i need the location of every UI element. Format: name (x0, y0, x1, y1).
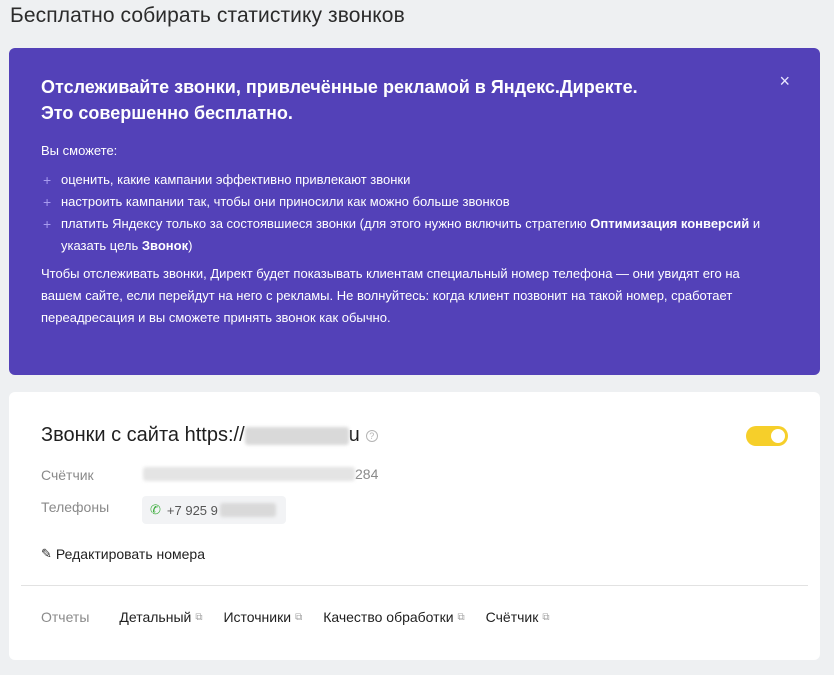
plus-icon: + (43, 216, 52, 232)
report-link-sources[interactable]: Источники ⧉ (223, 609, 302, 625)
report-link-label: Счётчик (485, 609, 539, 625)
strategy-name: Оптимизация конверсий (590, 216, 750, 231)
page-title: Бесплатно собирать статистику звонков (10, 4, 405, 27)
promo-lead: Вы сможете: (41, 143, 118, 158)
promo-heading-line1: Отслеживайте звонки, привлечённые реклам… (41, 77, 638, 97)
benefit-text: оценить, какие кампании эффективно привл… (61, 172, 411, 187)
edit-numbers-label: Редактировать номера (55, 546, 206, 562)
benefit-item: + оценить, какие кампании эффективно при… (41, 169, 761, 191)
redacted-phone (219, 503, 276, 517)
promo-heading: Отслеживайте звонки, привлечённые реклам… (41, 74, 741, 126)
calls-card: Звонки с сайта https:// u ? Счётчик 284 … (9, 392, 820, 660)
tracking-toggle[interactable] (746, 426, 788, 446)
divider (21, 585, 808, 586)
phone-forward-icon: ✆ (150, 502, 161, 517)
benefit-item: + платить Яндексу только за состоявшиеся… (41, 213, 761, 257)
pencil-icon: ✎ (41, 546, 52, 561)
redacted-counter (143, 467, 355, 481)
help-icon[interactable]: ? (365, 429, 378, 442)
counter-label: Счётчик (41, 467, 94, 483)
plus-icon: + (43, 172, 52, 188)
benefit-text: платить Яндексу только за состоявшиеся з… (61, 216, 591, 231)
external-link-icon: ⧉ (457, 611, 465, 623)
redacted-domain (244, 426, 349, 445)
benefit-item: + настроить кампании так, чтобы они прин… (41, 191, 761, 213)
counter-value: 284 (143, 466, 378, 482)
edit-numbers-link[interactable]: ✎ Редактировать номера (41, 546, 205, 562)
reports-row: Отчеты Детальный ⧉ Источники ⧉ Качество … (41, 609, 571, 625)
external-link-icon: ⧉ (542, 611, 550, 623)
report-link-quality[interactable]: Качество обработки ⧉ (323, 609, 464, 625)
phone-number: +7 925 9 (166, 502, 218, 518)
phones-label: Телефоны (41, 499, 110, 515)
counter-suffix: 284 (355, 466, 379, 482)
promo-banner: × Отслеживайте звонки, привлечённые рекл… (9, 48, 820, 375)
promo-note: Чтобы отслеживать звонки, Директ будет п… (41, 266, 740, 325)
reports-label: Отчеты (41, 609, 90, 625)
benefits-list: + оценить, какие кампании эффективно при… (41, 169, 788, 257)
card-title-text: Звонки с сайта https:// (41, 424, 245, 446)
report-link-label: Источники (223, 609, 292, 625)
external-link-icon: ⧉ (195, 611, 203, 623)
close-icon[interactable]: × (779, 72, 790, 90)
toggle-knob (771, 429, 785, 443)
report-link-detailed[interactable]: Детальный ⧉ (119, 609, 202, 625)
plus-icon: + (43, 194, 52, 210)
promo-heading-line2: Это совершенно бесплатно. (41, 103, 293, 123)
benefit-text: ) (188, 238, 193, 253)
phone-chip[interactable]: ✆ +7 925 9 (142, 496, 286, 524)
card-title: Звонки с сайта https:// u ? (41, 424, 378, 447)
report-link-counter[interactable]: Счётчик ⧉ (486, 609, 550, 625)
goal-name: Звонок (141, 238, 189, 253)
card-title-suffix: u (348, 424, 360, 446)
report-link-label: Детальный (119, 609, 192, 625)
benefit-text: настроить кампании так, чтобы они принос… (61, 194, 510, 209)
external-link-icon: ⧉ (295, 611, 303, 623)
report-link-label: Качество обработки (323, 609, 454, 625)
